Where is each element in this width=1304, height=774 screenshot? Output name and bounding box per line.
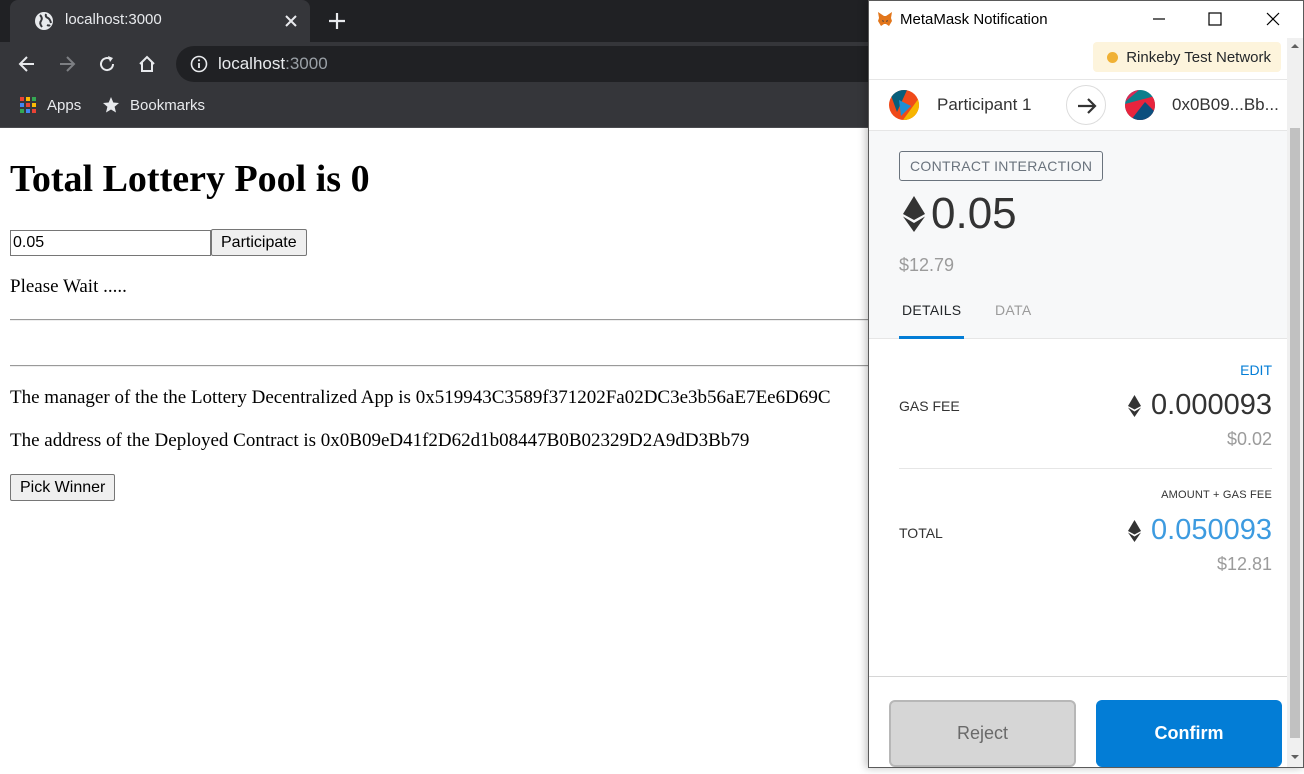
network-status-dot: [1107, 51, 1119, 63]
network-indicator[interactable]: Rinkeby Test Network: [1093, 42, 1281, 72]
metamask-body: Rinkeby Test Network Participant 1 0x0B0…: [869, 38, 1287, 767]
ethereum-icon: [903, 196, 925, 232]
forward-icon[interactable]: [57, 54, 77, 74]
from-account-name: Participant 1: [937, 95, 1032, 114]
transaction-details: EDIT GAS FEE 0.000093 $0.02 AMOUNT + GAS…: [869, 339, 1287, 676]
total-label: TOTAL: [899, 525, 943, 541]
tab-title: localhost:3000: [65, 11, 162, 28]
minimize-icon[interactable]: [1147, 7, 1171, 31]
url-text: localhost:3000: [218, 54, 328, 74]
edit-gas-link[interactable]: EDIT: [1240, 362, 1272, 378]
manager-address-text: The manager of the the Lottery Decentral…: [10, 387, 831, 408]
maximize-icon[interactable]: [1203, 7, 1227, 31]
page-title: Total Lottery Pool is 0: [10, 158, 370, 200]
scroll-up-icon[interactable]: [1290, 41, 1300, 51]
action-footer: Reject Confirm: [869, 676, 1287, 767]
browser-tab[interactable]: localhost:3000: [10, 0, 310, 42]
bookmark-apps-label: Apps: [47, 96, 82, 114]
info-icon[interactable]: [190, 55, 208, 73]
metamask-window: MetaMask Notification Rinkeby Test Netwo…: [868, 0, 1304, 768]
reject-button[interactable]: Reject: [889, 700, 1076, 767]
gas-fee-value: 0.000093: [1151, 389, 1272, 421]
metamask-window-title: MetaMask Notification: [900, 11, 1048, 28]
ethereum-icon: [1128, 395, 1141, 417]
star-icon: [103, 97, 119, 113]
divider-1: [10, 319, 890, 321]
globe-icon: [35, 12, 53, 30]
participate-button[interactable]: Participate: [211, 229, 307, 256]
details-separator: [899, 468, 1272, 469]
to-account-avatar: [1125, 90, 1155, 120]
amount-input[interactable]: [10, 230, 211, 256]
bookmark-bookmarks[interactable]: Bookmarks: [102, 96, 205, 114]
status-text: Please Wait .....: [10, 276, 127, 297]
total-sublabel: AMOUNT + GAS FEE: [1161, 489, 1272, 501]
contract-interaction-badge: CONTRACT INTERACTION: [899, 151, 1104, 181]
pick-winner-button[interactable]: Pick Winner: [10, 474, 116, 501]
arrow-right-icon: [1078, 98, 1097, 114]
gas-fee-fiat: $0.02: [1226, 429, 1272, 449]
scrollbar-thumb[interactable]: [1290, 128, 1300, 738]
ethereum-icon: [1128, 520, 1141, 542]
tab-data[interactable]: DATA: [995, 302, 1031, 339]
url-port: :3000: [285, 54, 328, 73]
url-host: localhost: [218, 54, 286, 73]
close-tab-icon[interactable]: [282, 12, 300, 30]
divider-2: [10, 365, 890, 367]
confirm-button[interactable]: Confirm: [1096, 700, 1282, 767]
metamask-title-bar: MetaMask Notification: [869, 1, 1303, 38]
transaction-amount-fiat: $12.79: [899, 255, 955, 275]
gas-fee-label: GAS FEE: [899, 398, 960, 414]
scrollbar[interactable]: [1287, 38, 1303, 767]
network-name: Rinkeby Test Network: [1126, 48, 1271, 66]
bookmark-apps[interactable]: Apps: [19, 96, 81, 114]
to-account-name: 0x0B09...Bb...: [1172, 95, 1279, 114]
transfer-arrow: [1066, 85, 1106, 125]
back-icon[interactable]: [17, 54, 37, 74]
new-tab-icon[interactable]: [326, 10, 348, 32]
scroll-down-icon[interactable]: [1290, 752, 1300, 762]
transaction-summary: CONTRACT INTERACTION 0.05 $12.79 DETAILS…: [869, 131, 1287, 339]
apps-grid-icon: [20, 97, 36, 113]
metamask-fox-icon: [878, 12, 892, 26]
home-icon[interactable]: [137, 54, 157, 74]
reload-icon[interactable]: [97, 54, 117, 74]
sender-recipient-row: Participant 1 0x0B09...Bb...: [869, 79, 1287, 131]
contract-address-text: The address of the Deployed Contract is …: [10, 430, 750, 451]
bookmark-bookmarks-label: Bookmarks: [130, 96, 206, 114]
transaction-amount: 0.05: [931, 189, 1017, 238]
from-account-avatar: [889, 90, 919, 120]
total-value: 0.050093: [1151, 514, 1272, 546]
tab-details[interactable]: DETAILS: [899, 302, 965, 339]
total-fiat: $12.81: [1216, 554, 1272, 574]
close-window-icon[interactable]: [1261, 7, 1285, 31]
